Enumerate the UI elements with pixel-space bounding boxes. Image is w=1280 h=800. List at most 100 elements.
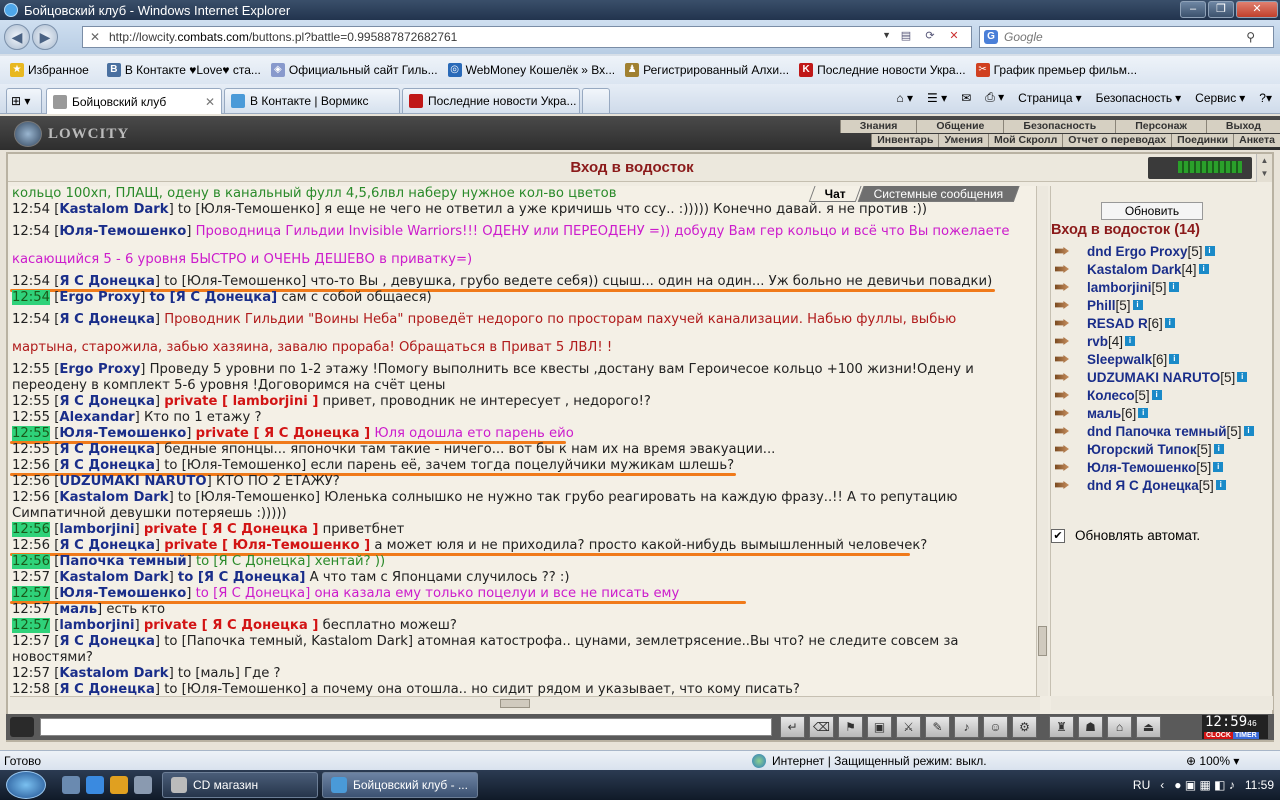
tab-chat[interactable]: Чат xyxy=(808,186,863,202)
chat-horizontal-scrollbar[interactable] xyxy=(10,696,1040,710)
forward-button[interactable]: ▶ xyxy=(32,24,58,50)
chat-author[interactable]: Ergo Proxy xyxy=(59,290,140,305)
stop-page-icon[interactable]: ✕ xyxy=(945,29,963,45)
user-list-item[interactable]: маль [6] i xyxy=(1055,404,1271,422)
user-list-item[interactable]: dnd Ergo Proxy [5] i xyxy=(1055,242,1271,260)
fight-icon[interactable]: ⚔ xyxy=(896,716,921,738)
user-panel-scrollbar[interactable] xyxy=(1051,696,1273,710)
language-indicator[interactable]: RU xyxy=(1133,778,1150,792)
exit-icon[interactable]: ⏏ xyxy=(1136,716,1161,738)
quick-tabs-button[interactable]: ⊞ ▾ xyxy=(6,88,42,113)
info-icon[interactable]: i xyxy=(1215,480,1226,490)
filter-icon[interactable]: ⚑ xyxy=(838,716,863,738)
home-button[interactable]: ⌂ ▾ xyxy=(896,91,913,105)
auto-refresh-checkbox[interactable]: ✔ xyxy=(1051,528,1065,543)
menu-fights[interactable]: Поединки xyxy=(1171,134,1233,147)
chat-author[interactable]: Kastalom Dark xyxy=(59,202,168,217)
refresh-button[interactable]: Обновить xyxy=(1101,202,1203,220)
user-name[interactable]: dnd Папочка темный xyxy=(1087,424,1227,439)
refresh-icon[interactable]: ⟳ xyxy=(921,29,939,45)
menu-exit[interactable]: Выход xyxy=(1205,120,1280,133)
info-icon[interactable]: i xyxy=(1169,354,1180,364)
chat-author[interactable]: Я С Донецка xyxy=(59,458,155,473)
start-button[interactable] xyxy=(6,771,46,799)
private-message-icon[interactable] xyxy=(1055,461,1073,473)
user-list-item[interactable]: UDZUMAKI NARUTO [5] i xyxy=(1055,368,1271,386)
switch-windows-icon[interactable] xyxy=(134,776,152,794)
chat-author[interactable]: Kastalom Dark xyxy=(59,570,168,585)
favorites-button[interactable]: ★ Избранное xyxy=(10,63,89,77)
scroll-thumb[interactable] xyxy=(1038,626,1047,656)
user-list-item[interactable]: Югорский Типок [5] i xyxy=(1055,440,1271,458)
chat-author[interactable]: Kastalom Dark xyxy=(59,666,168,681)
tray-icons[interactable]: ● ▣ ▦ ◧ ♪ xyxy=(1174,778,1235,792)
chat-author[interactable]: Я С Донецка xyxy=(59,394,155,409)
user-list-item[interactable]: Kastalom Dark [4] i xyxy=(1055,260,1271,278)
favorite-link-alchemist[interactable]: ♟ Регистрированный Алхи... xyxy=(625,63,789,77)
chat-author[interactable]: Юля-Темошенко xyxy=(59,586,186,601)
chat-author[interactable]: Я С Донецка xyxy=(59,682,155,696)
user-name[interactable]: Колесо xyxy=(1087,388,1135,403)
chat-author[interactable]: маль xyxy=(59,602,97,617)
menu-my-scroll[interactable]: Мой Скролл xyxy=(987,134,1062,147)
favorite-link-vk[interactable]: ВВ Контакте ♥Love♥ ста... xyxy=(106,63,261,77)
info-icon[interactable]: i xyxy=(1164,318,1175,328)
new-tab-button[interactable] xyxy=(582,88,610,113)
info-icon[interactable]: i xyxy=(1138,408,1149,418)
chat-author[interactable]: lamborjini xyxy=(59,522,134,537)
info-icon[interactable]: i xyxy=(1125,336,1136,346)
safety-menu[interactable]: Безопасность ▾ xyxy=(1096,91,1182,105)
scroll-thumb[interactable] xyxy=(500,699,530,708)
settings-icon[interactable]: ⚙ xyxy=(1012,716,1037,738)
chat-author[interactable]: Я С Донецка xyxy=(59,312,155,327)
chat-author[interactable]: to [Я С Донецка] xyxy=(178,570,306,585)
bag-icon[interactable]: ♜ xyxy=(1049,716,1074,738)
smile-icon[interactable]: ☺ xyxy=(983,716,1008,738)
print-button[interactable]: ⎙ ▾ xyxy=(985,90,1004,105)
private-message-icon[interactable] xyxy=(1055,353,1073,365)
tab-vk[interactable]: В Контакте | Вормикс xyxy=(224,88,400,113)
private-message-icon[interactable] xyxy=(1055,425,1073,437)
info-icon[interactable]: i xyxy=(1168,282,1179,292)
chat-author[interactable]: Kastalom Dark xyxy=(59,490,168,505)
back-button[interactable]: ◀ xyxy=(4,24,30,50)
user-list-item[interactable]: Юля-Темошенко [5] i xyxy=(1055,458,1271,476)
user-list-item[interactable]: RESAD R [6] i xyxy=(1055,314,1271,332)
lock-icon[interactable]: ⌂ xyxy=(1107,716,1132,738)
mask-icon[interactable]: ☗ xyxy=(1078,716,1103,738)
address-dropdown-icon[interactable]: ▼ xyxy=(882,30,891,40)
user-name[interactable]: dnd Ergo Proxy xyxy=(1087,244,1188,259)
chat-author[interactable]: Папочка темный xyxy=(59,554,186,569)
private-message-icon[interactable] xyxy=(1055,317,1073,329)
user-name[interactable]: rvb xyxy=(1087,334,1108,349)
zoom-level[interactable]: ⊕ 100% ▾ xyxy=(1186,754,1239,768)
tab-system-messages[interactable]: Системные сообщения xyxy=(857,186,1020,202)
help-button[interactable]: ?▾ xyxy=(1259,91,1272,105)
user-list-item[interactable]: Колесо [5] i xyxy=(1055,386,1271,404)
user-name[interactable]: Sleepwalk xyxy=(1087,352,1152,367)
auto-refresh[interactable]: ✔ Обновлять автомат. xyxy=(1051,528,1200,543)
eraser-icon[interactable]: ⌫ xyxy=(809,716,834,738)
private-message-icon[interactable] xyxy=(1055,479,1073,491)
user-name[interactable]: маль xyxy=(1087,406,1121,421)
sound-icon[interactable]: ♪ xyxy=(954,716,979,738)
chat-author[interactable]: lamborjini xyxy=(59,618,134,633)
chat-icon[interactable] xyxy=(10,717,34,737)
maximize-button[interactable]: ❐ xyxy=(1208,1,1234,18)
media-player-icon[interactable] xyxy=(110,776,128,794)
private-message-icon[interactable] xyxy=(1055,245,1073,257)
tray-clock[interactable]: 11:59 xyxy=(1245,778,1274,792)
search-box[interactable]: G Google ⚲ xyxy=(979,26,1274,48)
private-message-icon[interactable] xyxy=(1055,263,1073,275)
security-zone[interactable]: Интернет | Защищенный режим: выкл. xyxy=(752,754,987,768)
page-menu[interactable]: Страница ▾ xyxy=(1018,91,1081,105)
info-icon[interactable]: i xyxy=(1151,390,1162,400)
user-name[interactable]: UDZUMAKI NARUTO xyxy=(1087,370,1220,385)
menu-inventory[interactable]: Инвентарь xyxy=(871,134,938,147)
menu-skills[interactable]: Умения xyxy=(938,134,988,147)
info-icon[interactable]: i xyxy=(1237,372,1248,382)
show-desktop-icon[interactable] xyxy=(62,776,80,794)
user-name[interactable]: lamborjini xyxy=(1087,280,1152,295)
user-list-item[interactable]: dnd Папочка темный [5] i xyxy=(1055,422,1271,440)
info-icon[interactable]: i xyxy=(1204,246,1215,256)
